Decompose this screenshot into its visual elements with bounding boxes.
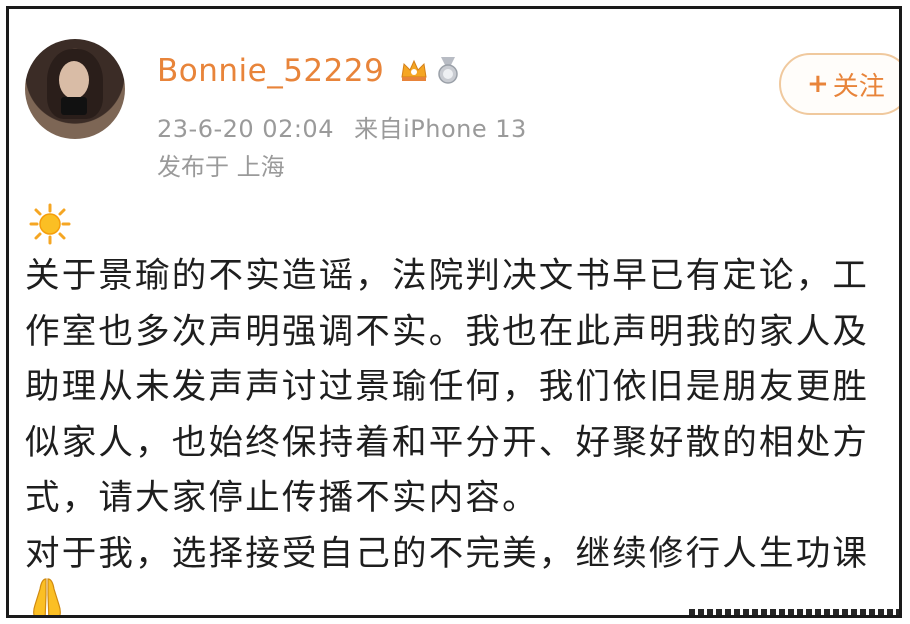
post-timestamp: 23-6-20 02:04 [157, 115, 334, 143]
watermark-strip [689, 609, 899, 615]
post-meta: 23-6-20 02:04 来自iPhone 13 [157, 109, 527, 144]
avatar[interactable] [25, 39, 125, 139]
post-line: 似家人，也始终保持着和平分开、好聚好散的相处方 [25, 422, 870, 463]
weibo-post-card: Bonnie_52229 23-6-20 02:04 来自iPhone 13 发… [6, 6, 902, 618]
follow-label: 关注 [832, 71, 885, 102]
crown-badge-icon[interactable] [399, 55, 429, 85]
post-location: 发布于 上海 [157, 153, 285, 181]
post-line: 式，请大家停止传播不实内容。 [25, 478, 539, 518]
avatar-face [59, 61, 89, 99]
post-line: 助理从未发声声讨过景瑜任何，我们依旧是朋友更胜 [25, 367, 870, 407]
post-line: 关于景瑜的不实造谣，法院判决文书早已有定论，工 [25, 256, 870, 296]
medal-badge-icon[interactable] [433, 55, 463, 85]
username[interactable]: Bonnie_52229 [157, 53, 384, 89]
plus-icon: + [807, 69, 829, 99]
post-line: 作室也多次声明强调不实。我也在此声明我的家人及 [25, 311, 870, 352]
praying-hands-emoji-icon [33, 578, 61, 615]
sun-emoji-icon [29, 203, 71, 245]
post-line: 对于我，选择接受自己的不完美，继续修行人生功课 [25, 533, 870, 574]
post-body: 关于景瑜的不实造谣，法院判决文书早已有定论，工 作室也多次声明强调不实。我也在此… [25, 249, 899, 582]
post-source: 来自iPhone 13 [354, 115, 527, 143]
follow-button[interactable]: + 关注 [779, 53, 899, 115]
avatar-phone [61, 97, 87, 115]
